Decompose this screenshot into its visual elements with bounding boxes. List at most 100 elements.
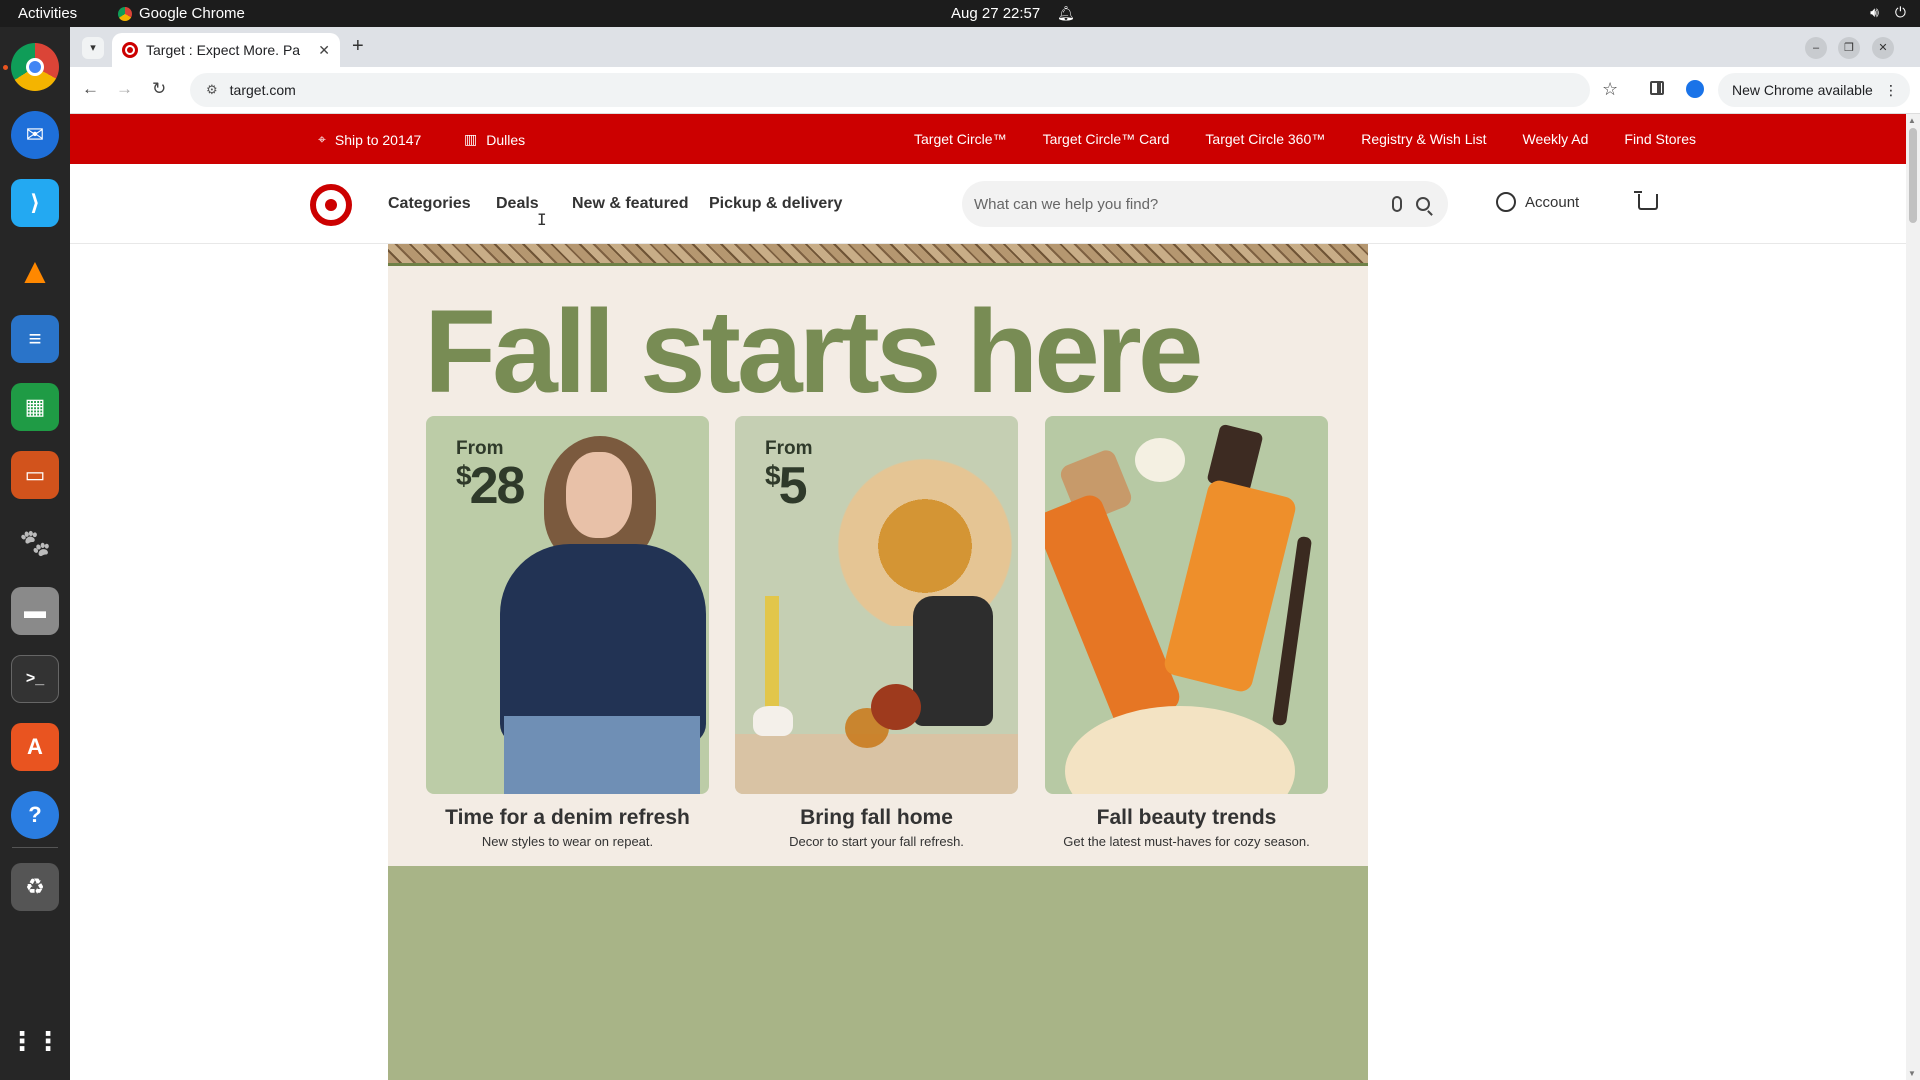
notification-bell-icon: 🔔︎: [1057, 5, 1075, 21]
card-subtitle: New styles to wear on repeat.: [481, 834, 654, 849]
home-decor-image: From $5: [735, 416, 1018, 794]
categories-link[interactable]: Categories: [388, 195, 471, 213]
files-icon[interactable]: ▬: [11, 587, 59, 635]
main-nav: Categories Deals New & featured Pickup &…: [70, 164, 1906, 244]
hero-section: Fall starts here From $28 Time for a den…: [388, 244, 1368, 1080]
update-label: New Chrome available: [1732, 82, 1873, 98]
running-indicator: [3, 65, 8, 70]
beauty-image: [1045, 416, 1328, 794]
power-icon: ⏻: [1894, 4, 1906, 20]
dock-separator: [12, 847, 58, 848]
store-label: Dulles: [486, 131, 526, 148]
back-arrow-icon[interactable]: ←: [82, 79, 99, 99]
store-link[interactable]: ▥ Dulles: [464, 131, 525, 148]
scroll-down-icon[interactable]: ▼: [1908, 1069, 1916, 1078]
hero-headline: Fall starts here: [424, 286, 1203, 418]
denim-image: From $28: [426, 416, 709, 794]
card-subtitle: Get the latest must-haves for cozy seaso…: [1063, 834, 1310, 849]
impress-icon[interactable]: ▭: [11, 451, 59, 499]
target-favicon-icon: [122, 42, 138, 58]
utility-links: Target Circle™ Target Circle™ Card Targe…: [914, 131, 1696, 147]
chrome-app-icon: [118, 6, 132, 21]
utility-bar: ⌖ Ship to 20147 ▥ Dulles Target Circle™ …: [70, 114, 1906, 164]
promo-card-home[interactable]: From $5 Bring fall home Decor to start y…: [735, 416, 1018, 849]
ship-to-link[interactable]: ⌖ Ship to 20147: [318, 131, 421, 148]
ship-to-label: Ship to 20147: [334, 131, 422, 148]
tab-target[interactable]: Target : Expect More. Pa ✕: [112, 33, 340, 67]
trash-icon[interactable]: ♻: [11, 863, 59, 911]
volume-icon: 🔊︎: [1870, 4, 1879, 20]
dock: ✉ ⟩ ▲ ≡ ▦ ▭ 🐾︎ ▬ >_ A ? ♻ ⋮⋮: [0, 27, 70, 1080]
chrome-window: ▾ Target : Expect More. Pa ✕ + – ❐ ✕ ← →…: [70, 27, 1920, 1080]
close-window-icon[interactable]: ✕: [1872, 37, 1894, 59]
calc-icon[interactable]: ▦: [11, 383, 59, 431]
site-info-icon[interactable]: ⚙︎: [206, 82, 218, 98]
vscode-icon[interactable]: ⟩: [11, 179, 59, 227]
system-tray[interactable]: 🔊︎ ⏻: [1870, 4, 1906, 21]
find-stores-link[interactable]: Find Stores: [1624, 131, 1696, 147]
tab-title: Target : Expect More. Pa: [146, 42, 301, 58]
page-viewport: ⌖ Ship to 20147 ▥ Dulles Target Circle™ …: [70, 114, 1906, 1080]
new-tab-plus-icon[interactable]: +: [352, 35, 364, 58]
store-icon: ▥: [464, 131, 478, 147]
close-tab-icon[interactable]: ✕: [318, 42, 330, 59]
thunderbird-icon[interactable]: ✉: [11, 111, 59, 159]
deals-link[interactable]: Deals: [496, 195, 539, 213]
bookmark-star-icon[interactable]: ☆: [1602, 79, 1618, 100]
next-section-band: [388, 866, 1368, 1080]
target-circle-link[interactable]: Target Circle™: [914, 131, 1007, 147]
url-text: target.com: [229, 82, 296, 98]
target-circle-card-link[interactable]: Target Circle™ Card: [1043, 131, 1170, 147]
app-name: Google Chrome: [139, 5, 245, 22]
account-label: Account: [1525, 193, 1580, 211]
promo-card-beauty[interactable]: Fall beauty trends Get the latest must-h…: [1045, 416, 1328, 849]
card-price: $5: [765, 457, 807, 515]
target-logo[interactable]: [310, 184, 352, 226]
search-input[interactable]: [974, 195, 1392, 213]
vlc-icon[interactable]: ▲: [11, 247, 59, 295]
help-icon[interactable]: ?: [11, 791, 59, 839]
scroll-up-icon[interactable]: ▲: [1908, 116, 1916, 125]
location-pin-icon: ⌖: [318, 131, 326, 147]
new-featured-link[interactable]: New & featured: [572, 195, 688, 213]
app-center-icon[interactable]: A: [11, 723, 59, 771]
app-menu[interactable]: Google Chrome: [118, 5, 245, 22]
card-subtitle: Decor to start your fall refresh.: [789, 834, 964, 849]
forward-arrow-icon[interactable]: →: [116, 79, 133, 99]
tab-search-chevron-icon[interactable]: ▾: [82, 37, 104, 59]
show-apps-icon[interactable]: ⋮⋮: [9, 1017, 61, 1065]
scroll-thumb[interactable]: [1909, 128, 1917, 223]
clock[interactable]: Aug 27 22:57: [951, 5, 1040, 22]
text-cursor-icon: I: [537, 210, 547, 229]
registry-link[interactable]: Registry & Wish List: [1361, 131, 1486, 147]
reload-icon[interactable]: ↻: [152, 79, 166, 99]
woven-border: [388, 244, 1368, 266]
maximize-icon[interactable]: ❐: [1838, 37, 1860, 59]
chrome-icon[interactable]: [11, 43, 59, 91]
terminal-icon[interactable]: >_: [11, 655, 59, 703]
side-panel-icon[interactable]: [1650, 81, 1664, 95]
minimize-icon[interactable]: –: [1805, 37, 1827, 59]
card-title: Time for a denim refresh: [445, 806, 690, 829]
system-top-bar: Activities Google Chrome Aug 27 22:57 🔔︎…: [0, 0, 1920, 27]
writer-icon[interactable]: ≡: [11, 315, 59, 363]
address-bar[interactable]: ⚙︎ target.com: [190, 73, 1590, 107]
activities-button[interactable]: Activities: [18, 5, 77, 22]
search-icon[interactable]: [1416, 197, 1430, 211]
target-circle-360-link[interactable]: Target Circle 360™: [1205, 131, 1325, 147]
microphone-icon[interactable]: [1392, 196, 1402, 212]
profile-avatar-icon[interactable]: [1686, 80, 1704, 98]
tab-strip: ▾ Target : Expect More. Pa ✕ + – ❐ ✕: [70, 27, 1920, 67]
account-icon: [1496, 192, 1516, 212]
account-button[interactable]: Account: [1496, 192, 1579, 212]
card-title: Fall beauty trends: [1096, 806, 1277, 829]
card-title: Bring fall home: [800, 806, 953, 829]
pickup-delivery-link[interactable]: Pickup & delivery: [709, 195, 842, 213]
chrome-update-button[interactable]: New Chrome available ⋮: [1718, 73, 1910, 107]
weekly-ad-link[interactable]: Weekly Ad: [1523, 131, 1589, 147]
more-menu-icon: ⋮: [1884, 81, 1898, 98]
gimp-icon[interactable]: 🐾︎: [11, 519, 59, 567]
page-scrollbar[interactable]: ▲ ▼: [1906, 114, 1920, 1080]
promo-card-denim[interactable]: From $28 Time for a denim refresh New st…: [426, 416, 709, 849]
cart-icon[interactable]: [1634, 191, 1658, 210]
